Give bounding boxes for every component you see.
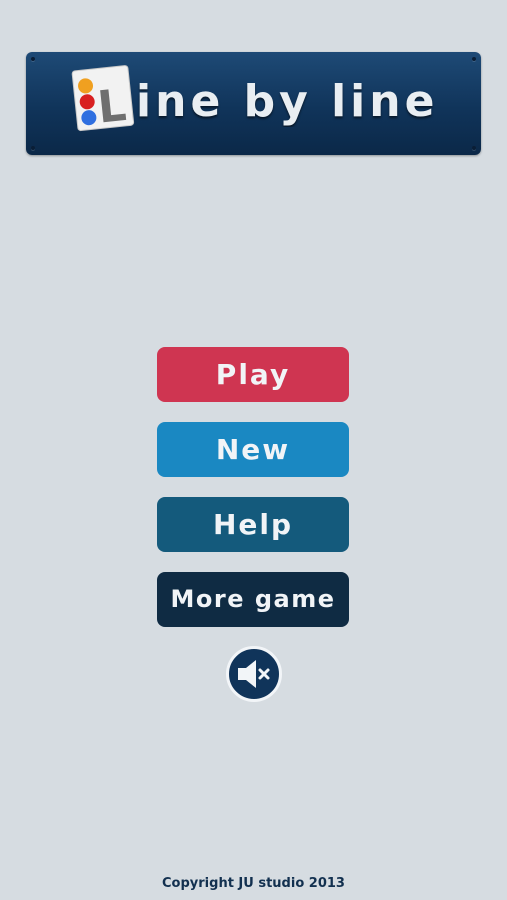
sound-toggle-button[interactable] — [226, 646, 282, 702]
rivet-decoration — [31, 57, 35, 61]
rivet-decoration — [472, 57, 476, 61]
app-title-text: Line by line — [104, 76, 439, 127]
copyright-text: Copyright JU studio 2013 — [162, 876, 345, 891]
play-button-label: Play — [215, 358, 291, 391]
new-game-button-label: New — [215, 433, 291, 466]
help-button-label: Help — [212, 508, 294, 541]
rivet-decoration — [472, 146, 476, 150]
help-button[interactable]: Help — [157, 497, 349, 552]
title-banner: L Line by line — [26, 52, 481, 155]
app-title: Line by line — [106, 66, 468, 138]
play-button[interactable]: Play — [157, 347, 349, 402]
more-games-button[interactable]: More game — [157, 572, 349, 627]
more-games-button-label: More game — [170, 585, 336, 613]
speaker-muted-icon — [238, 660, 270, 688]
rivet-decoration — [31, 146, 35, 150]
new-game-button[interactable]: New — [157, 422, 349, 477]
